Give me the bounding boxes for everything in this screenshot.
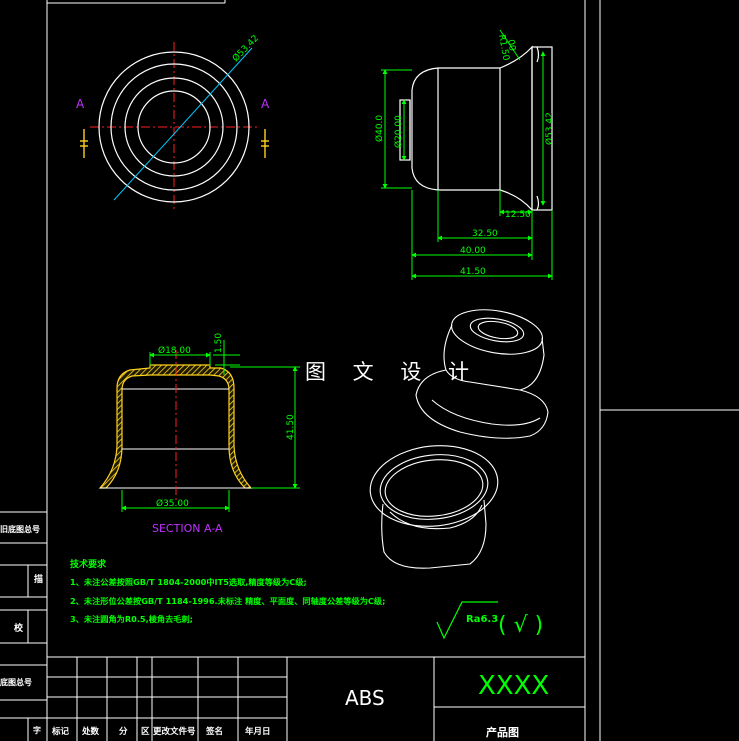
top-view-diameter-label: Ø53.42	[230, 33, 261, 64]
section-d35-label: Ø35.00	[156, 498, 189, 509]
section-marker-left: A	[76, 97, 85, 111]
tech-note-1: 1、未注公差按照GB/T 1804-2000中IT5选取,精度等级为C级;	[70, 577, 307, 587]
section-1-50-label: 1.50	[214, 333, 224, 353]
watermark-text: 图 文 设 计	[305, 360, 480, 384]
side-12-50-label: 12.50	[505, 210, 531, 220]
header-date: 年月日	[245, 726, 271, 737]
header-part: 分	[119, 726, 128, 737]
isometric-view-bottom	[369, 445, 499, 569]
section-d18-label: Ø18.00	[158, 345, 191, 356]
side-d40-label: Ø40.0	[374, 115, 385, 142]
section-dimensions	[121, 340, 300, 512]
tech-note-2: 2、未注形位公差按GB/T 1184-1996.未标注 精度、平面度、同轴度公差…	[70, 596, 385, 606]
section-41-50-label: 41.50	[286, 414, 296, 440]
roughness-paren: ( √ )	[498, 613, 543, 638]
side-40-label: 40.00	[460, 246, 486, 256]
side-d53-label: Ø53.42	[544, 112, 555, 145]
header-zone: 区	[141, 727, 150, 737]
header-mark: 标记	[51, 726, 70, 737]
header-count: 处数	[81, 726, 100, 737]
section-marker-right: A	[261, 97, 270, 111]
side-32-50-label: 32.50	[472, 229, 498, 239]
roughness-value: Ra6.3	[466, 614, 498, 625]
header-signature: 签名	[205, 726, 223, 737]
side-view	[399, 45, 553, 212]
part-name-label: XXXX	[478, 671, 549, 701]
strip-label-check: 校	[14, 622, 24, 634]
tech-notes-heading: 技术要求	[70, 558, 107, 570]
strip-label-char: 字	[33, 725, 41, 735]
side-41-50-label: 41.50	[460, 267, 486, 277]
section-view	[98, 350, 253, 500]
material-label: ABS	[345, 686, 385, 710]
strip-label-old-base: 旧底图总号	[0, 524, 40, 534]
side-radius-sub-label: 00	[505, 39, 517, 52]
top-view	[80, 42, 269, 212]
section-title: SECTION A-A	[152, 522, 223, 535]
header-change-doc: 更改文件号	[153, 726, 196, 737]
strip-label-base-no: 底图总号	[0, 677, 32, 687]
side-d20-label: Ø20.00	[393, 115, 404, 148]
strip-label-trace: 描	[34, 573, 43, 585]
left-strip	[0, 511, 47, 741]
tech-note-3: 3、未注圆角为R0.5,棱角去毛刺;	[70, 614, 193, 624]
drawing-type-label: 产品图	[486, 725, 519, 739]
